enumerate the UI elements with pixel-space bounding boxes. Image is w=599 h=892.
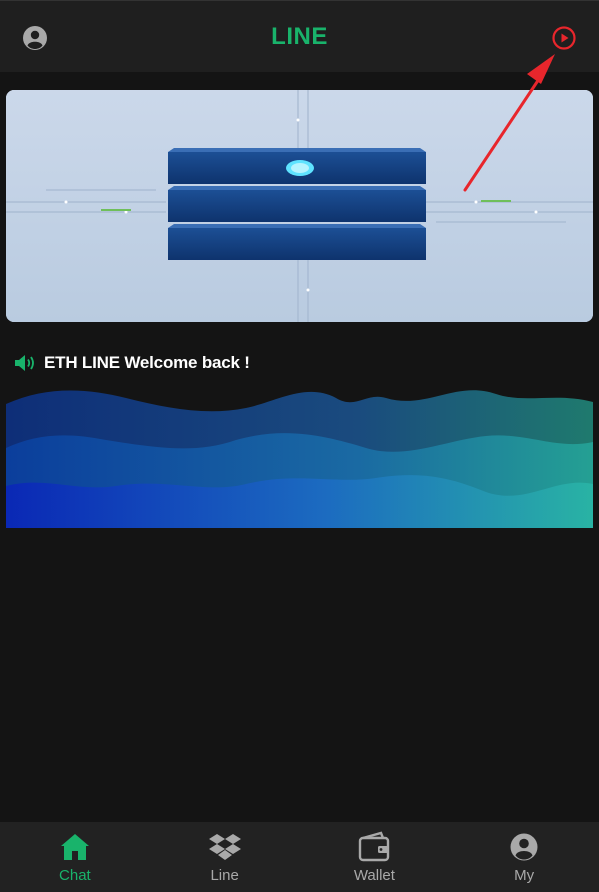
top-bar: LINE: [0, 0, 599, 72]
tab-wallet[interactable]: Wallet: [300, 822, 450, 892]
play-circle-icon: [552, 26, 576, 50]
speaker-icon: [15, 355, 34, 371]
dropbox-icon: [208, 834, 241, 860]
app-title: LINE: [271, 23, 328, 50]
tab-line[interactable]: Line: [150, 822, 300, 892]
home-icon: [60, 834, 89, 860]
bottom-tab-bar: Chat Line Wallet My: [0, 822, 599, 892]
tab-my[interactable]: My: [449, 822, 599, 892]
announcement-text: ETH LINE Welcome back !: [44, 353, 250, 372]
announcement-bar: ETH LINE Welcome back !: [14, 352, 250, 374]
wallet-icon: [359, 831, 390, 862]
tab-label: Line: [210, 867, 239, 884]
server-stack-illustration: [6, 90, 593, 322]
tab-chat[interactable]: Chat: [0, 822, 150, 892]
tab-label: Chat: [59, 867, 91, 884]
wave-graphic: [6, 390, 593, 528]
play-button[interactable]: [551, 25, 577, 51]
tab-label: Wallet: [353, 867, 395, 884]
hero-banner[interactable]: [6, 90, 593, 322]
user-circle-icon: [510, 833, 538, 861]
tab-label: My: [514, 867, 535, 884]
